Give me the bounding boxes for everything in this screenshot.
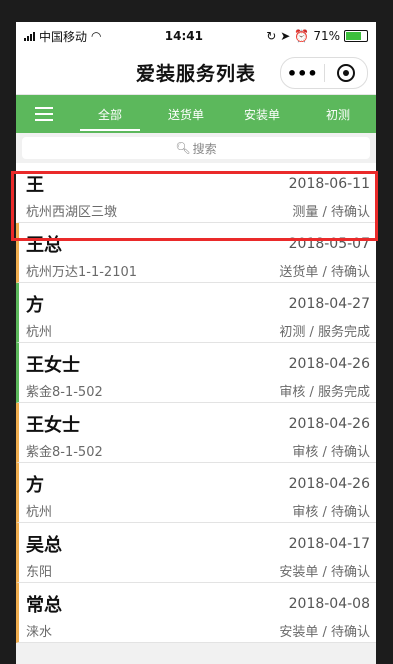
list-item-bottom: 杭州 初测 / 服务完成	[26, 317, 370, 340]
customer-address: 杭州	[26, 325, 53, 340]
customer-address: 杭州西湖区三墩	[26, 205, 118, 220]
list-item-bottom: 涞水 安装单 / 待确认	[26, 617, 370, 640]
order-date: 2018-04-08	[288, 596, 370, 612]
title-bar: 爱装服务列表 •••	[16, 50, 376, 95]
signal-icon	[24, 31, 35, 41]
order-date: 2018-06-11	[288, 176, 370, 192]
list-item-top: 王 2018-06-11	[26, 163, 370, 197]
order-list: 王 2018-06-11 杭州西湖区三墩 测量 / 待确认王总 2018-05-07 杭州…	[16, 163, 376, 643]
customer-name: 方	[26, 475, 44, 496]
search-placeholder: 搜索	[192, 141, 217, 156]
wifi-icon: ◠	[91, 29, 102, 43]
list-item[interactable]: 王女士 2018-04-26 紫金8-1-502 审核 / 服务完成	[16, 343, 376, 403]
close-icon	[336, 64, 355, 82]
status-bar: 中国移动 ◠ 14:41 ↻ ➤ ⏰ 71%	[16, 22, 376, 50]
status-right: ↻ ➤ ⏰ 71%	[266, 29, 368, 43]
order-date: 2018-04-27	[288, 296, 370, 312]
order-status: 审核 / 服务完成	[279, 385, 370, 400]
order-status: 安装单 / 待确认	[279, 625, 370, 640]
customer-address: 紫金8-1-502	[26, 385, 103, 400]
status-time: 14:41	[164, 29, 203, 43]
customer-address: 东阳	[26, 565, 53, 580]
list-item-bottom: 杭州万达1-1-2101 送货单 / 待确认	[26, 257, 370, 280]
customer-name: 常总	[26, 595, 62, 616]
list-item-top: 方 2018-04-26	[26, 463, 370, 497]
list-item-bottom: 紫金8-1-502 审核 / 待确认	[26, 437, 370, 460]
list-item[interactable]: 王女士 2018-04-26 紫金8-1-502 审核 / 待确认	[16, 403, 376, 463]
close-button[interactable]	[325, 64, 368, 82]
phone-screen: 中国移动 ◠ 14:41 ↻ ➤ ⏰ 71% 爱装服务列表 ••• 全部 送货单…	[16, 22, 376, 664]
alarm-icon: ⏰	[294, 29, 310, 43]
order-status: 审核 / 待确认	[292, 505, 370, 520]
search-input[interactable]: 🔍︎ 搜索	[22, 137, 370, 159]
customer-address: 杭州万达1-1-2101	[26, 265, 138, 280]
location-icon: ➤	[280, 29, 291, 43]
battery-percent: 71%	[313, 29, 340, 43]
orientation-lock-icon: ↻	[266, 29, 277, 43]
search-icon: 🔍︎	[175, 141, 191, 155]
customer-address: 杭州	[26, 505, 53, 520]
order-date: 2018-05-07	[288, 236, 370, 252]
order-status: 测量 / 待确认	[292, 205, 370, 220]
order-date: 2018-04-26	[288, 416, 370, 432]
order-status: 送货单 / 待确认	[279, 265, 370, 280]
list-item-top: 吴总 2018-04-17	[26, 523, 370, 557]
tab-installation[interactable]: 安装单	[224, 96, 300, 133]
order-status: 安装单 / 待确认	[279, 565, 370, 580]
customer-address: 紫金8-1-502	[26, 445, 103, 460]
more-button[interactable]: •••	[281, 64, 324, 83]
list-item[interactable]: 方 2018-04-27 杭州 初测 / 服务完成	[16, 283, 376, 343]
list-item-bottom: 紫金8-1-502 审核 / 服务完成	[26, 377, 370, 400]
list-item-bottom: 东阳 安装单 / 待确认	[26, 557, 370, 580]
carrier-label: 中国移动	[39, 29, 88, 44]
customer-name: 王总	[26, 235, 62, 256]
customer-address: 涞水	[26, 625, 53, 640]
tab-bar: 全部 送货单 安装单 初测	[16, 95, 376, 133]
tab-all[interactable]: 全部	[72, 96, 148, 133]
customer-name: 王女士	[26, 355, 80, 376]
page-title: 爱装服务列表	[135, 62, 256, 85]
customer-name: 吴总	[26, 535, 62, 556]
list-item-top: 王女士 2018-04-26	[26, 343, 370, 377]
order-status: 初测 / 服务完成	[279, 325, 370, 340]
tab-initial-measure[interactable]: 初测	[300, 96, 376, 133]
list-item-top: 王总 2018-05-07	[26, 223, 370, 257]
order-date: 2018-04-26	[288, 356, 370, 372]
list-item-top: 方 2018-04-27	[26, 283, 370, 317]
list-item[interactable]: 常总 2018-04-08 涞水 安装单 / 待确认	[16, 583, 376, 643]
order-date: 2018-04-17	[288, 536, 370, 552]
list-item[interactable]: 吴总 2018-04-17 东阳 安装单 / 待确认	[16, 523, 376, 583]
list-item-bottom: 杭州 审核 / 待确认	[26, 497, 370, 520]
tab-delivery[interactable]: 送货单	[148, 96, 224, 133]
list-item-top: 常总 2018-04-08	[26, 583, 370, 617]
status-left: 中国移动 ◠	[24, 28, 102, 45]
search-wrapper: 🔍︎ 搜索	[16, 133, 376, 163]
order-date: 2018-04-26	[288, 476, 370, 492]
menu-button[interactable]	[16, 107, 72, 121]
customer-name: 方	[26, 295, 44, 316]
list-item-top: 王女士 2018-04-26	[26, 403, 370, 437]
customer-name: 王	[26, 175, 44, 196]
battery-icon	[343, 30, 368, 42]
hamburger-icon	[35, 107, 53, 109]
list-item[interactable]: 王 2018-06-11 杭州西湖区三墩 测量 / 待确认	[16, 163, 376, 223]
order-status: 审核 / 待确认	[292, 445, 370, 460]
list-item[interactable]: 王总 2018-05-07 杭州万达1-1-2101 送货单 / 待确认	[16, 223, 376, 283]
customer-name: 王女士	[26, 415, 80, 436]
list-item-bottom: 杭州西湖区三墩 测量 / 待确认	[26, 197, 370, 220]
list-item[interactable]: 方 2018-04-26 杭州 审核 / 待确认	[16, 463, 376, 523]
mini-program-capsule: •••	[280, 57, 368, 89]
